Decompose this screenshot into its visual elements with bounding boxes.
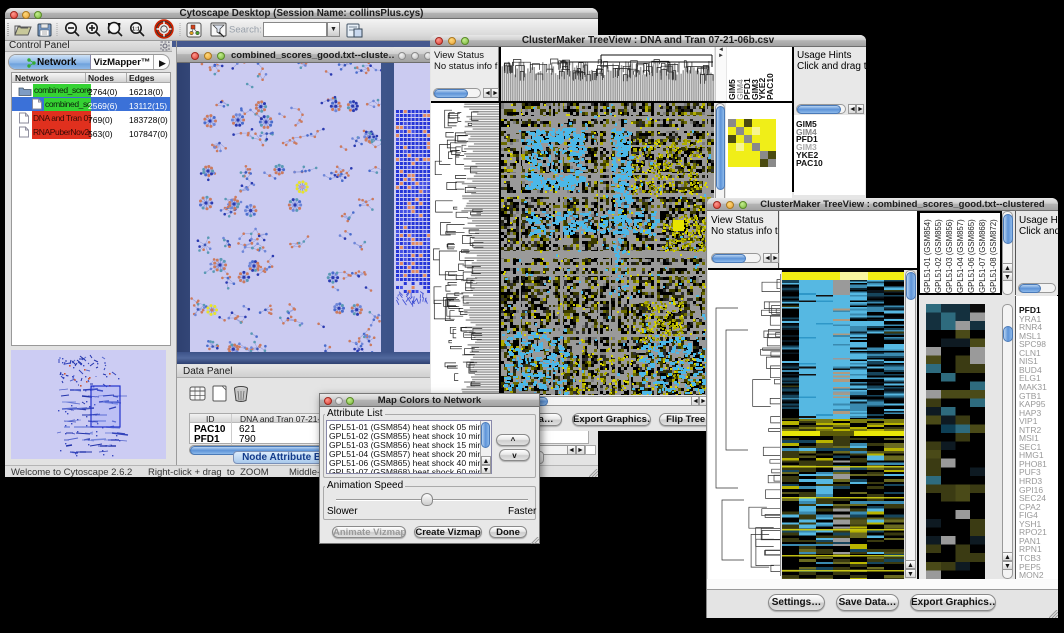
svg-text:1:1: 1:1 [132,27,140,33]
svg-text:Search:: Search: [229,25,262,36]
